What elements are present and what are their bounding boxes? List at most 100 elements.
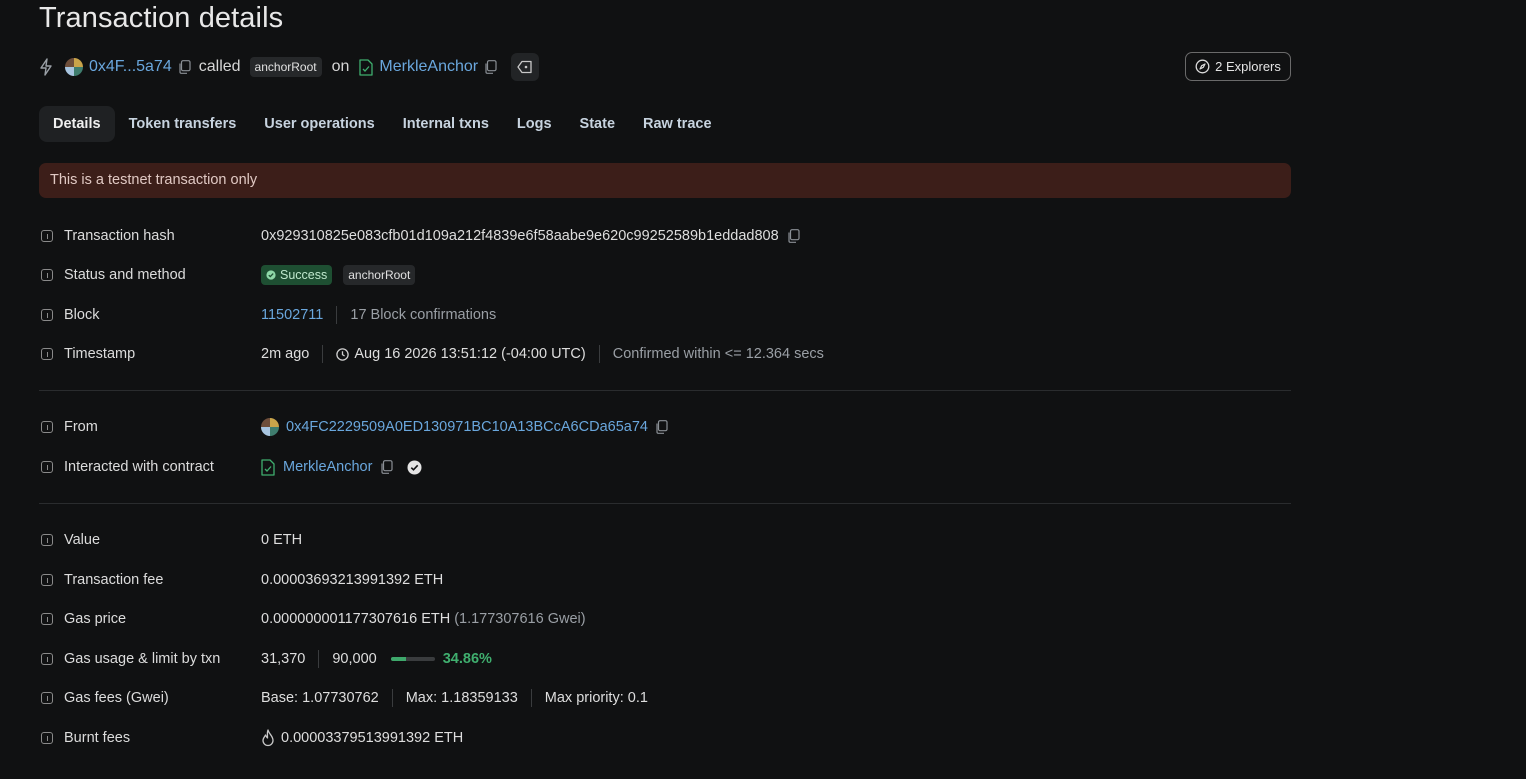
tab-raw-trace[interactable]: Raw trace	[629, 106, 726, 142]
label-timestamp: Timestamp	[64, 346, 136, 362]
gas-limit: 90,000	[332, 651, 377, 667]
gas-price-gwei: (1.177307616 Gwei)	[454, 611, 586, 627]
explorers-button[interactable]: 2 Explorers	[1185, 52, 1291, 81]
info-icon[interactable]	[41, 461, 53, 473]
burnt-amount: 0.00003379513991392	[281, 730, 431, 746]
label-interacted: Interacted with contract	[64, 459, 214, 475]
contract-file-icon	[261, 458, 275, 476]
copy-icon[interactable]	[380, 460, 394, 474]
gas-price-amount: 0.000000001177307616	[261, 611, 418, 627]
gas-fees-base: Base: 1.07730762	[261, 690, 379, 706]
flame-icon	[261, 729, 275, 747]
label-status-method: Status and method	[64, 267, 186, 283]
row-gas-price: Gas price 0.000000001177307616 ETH (1.17…	[39, 608, 586, 630]
tx-hash-value: 0x929310825e083cfb01d109a212f4839e6f58aa…	[261, 228, 779, 244]
row-transaction-hash: Transaction hash 0x929310825e083cfb01d10…	[39, 225, 800, 247]
block-confirmations: 17 Block confirmations	[350, 307, 497, 323]
from-address-link[interactable]: 0x4FC2229509A0ED130971BC10A13BCcA6CDa65a…	[286, 419, 648, 435]
method-tag: anchorRoot	[249, 57, 322, 77]
row-from: From 0x4FC2229509A0ED130971BC10A13BCcA6C…	[39, 416, 668, 438]
separator	[598, 345, 600, 363]
copy-icon[interactable]	[178, 60, 191, 74]
row-interacted-contract: Interacted with contract MerkleAnchor	[39, 456, 422, 478]
info-icon[interactable]	[41, 574, 53, 586]
info-icon[interactable]	[41, 230, 53, 242]
section-divider	[39, 503, 1291, 504]
separator	[391, 689, 393, 707]
tab-details[interactable]: Details	[39, 106, 115, 142]
info-icon[interactable]	[41, 421, 53, 433]
label-gas-fees: Gas fees (Gwei)	[64, 690, 169, 706]
tx-summary: 0x4F...5a74 called anchorRoot on MerkleA…	[39, 53, 540, 81]
tabs: Details Token transfers User operations …	[39, 106, 726, 142]
check-circle-icon	[266, 270, 276, 280]
label-from: From	[64, 419, 98, 435]
lightning-icon	[39, 58, 53, 76]
label-gas-price: Gas price	[64, 611, 127, 627]
status-text: Success	[280, 268, 328, 282]
value-unit: ETH	[273, 532, 303, 548]
label-transaction-fee: Transaction fee	[64, 572, 164, 588]
row-timestamp: Timestamp 2m ago Aug 16 2026 13:51:12 (-…	[39, 343, 824, 365]
gas-usage-progress	[390, 657, 435, 661]
called-text: called	[198, 58, 241, 75]
separator	[318, 650, 320, 668]
label-gas-usage: Gas usage & limit by txn	[64, 651, 221, 667]
info-icon[interactable]	[41, 309, 53, 321]
timestamp-relative: 2m ago	[261, 346, 310, 362]
explorers-label: 2 Explorers	[1215, 59, 1281, 74]
label-value: Value	[64, 532, 101, 548]
tab-token-transfers[interactable]: Token transfers	[115, 106, 251, 142]
contract-link[interactable]: MerkleAnchor	[283, 459, 372, 475]
from-address-short[interactable]: 0x4F...5a74	[89, 58, 172, 76]
on-text: on	[331, 58, 350, 75]
compass-icon	[1195, 59, 1210, 74]
info-icon[interactable]	[41, 613, 53, 625]
copy-icon[interactable]	[655, 420, 668, 434]
copy-icon[interactable]	[787, 229, 800, 243]
gas-usage-progress-fill	[390, 657, 407, 661]
separator	[322, 345, 324, 363]
row-block: Block 11502711 17 Block confirmations	[39, 304, 496, 326]
contract-link[interactable]: MerkleAnchor	[379, 58, 478, 76]
tab-internal-txns[interactable]: Internal txns	[389, 106, 503, 142]
info-icon[interactable]	[41, 653, 53, 665]
clock-icon	[336, 347, 350, 361]
info-icon[interactable]	[41, 692, 53, 704]
section-divider	[39, 390, 1291, 391]
row-value: Value 0 ETH	[39, 529, 302, 551]
tab-user-operations[interactable]: User operations	[250, 106, 388, 142]
gas-price-unit: ETH	[421, 611, 451, 627]
testnet-banner: This is a testnet transaction only	[39, 163, 1291, 198]
row-status-method: Status and method Success anchorRoot	[39, 264, 416, 286]
info-icon[interactable]	[41, 732, 53, 744]
tab-logs[interactable]: Logs	[503, 106, 566, 142]
timestamp-confirmed: Confirmed within <= 12.364 secs	[612, 346, 824, 362]
gas-usage-percent: 34.86%	[442, 651, 492, 667]
copy-icon[interactable]	[484, 60, 497, 74]
tag-icon[interactable]	[511, 53, 540, 81]
page-title: Transaction details	[39, 2, 284, 34]
label-transaction-hash: Transaction hash	[64, 228, 175, 244]
tx-fee-amount: 0.00003693213991392	[261, 572, 411, 588]
gas-fees-max-priority: Max priority: 0.1	[544, 690, 648, 706]
block-number-link[interactable]: 11502711	[261, 307, 323, 323]
label-block: Block	[64, 307, 100, 323]
row-gas-usage: Gas usage & limit by txn 31,370 90,000 3…	[39, 648, 492, 670]
row-burnt-fees: Burnt fees 0.00003379513991392 ETH	[39, 727, 463, 749]
gas-fees-max: Max: 1.18359133	[405, 690, 518, 706]
from-avatar	[261, 418, 279, 436]
verified-icon	[407, 460, 422, 475]
burnt-unit: ETH	[434, 730, 464, 746]
separator	[336, 306, 338, 324]
label-burnt-fees: Burnt fees	[64, 730, 131, 746]
timestamp-absolute: Aug 16 2026 13:51:12 (-04:00 UTC)	[354, 346, 586, 362]
tab-state[interactable]: State	[566, 106, 629, 142]
from-avatar	[65, 58, 83, 76]
info-icon[interactable]	[41, 348, 53, 360]
row-gas-fees: Gas fees (Gwei) Base: 1.07730762 Max: 1.…	[39, 687, 648, 709]
value-amount: 0	[261, 532, 270, 548]
info-icon[interactable]	[41, 269, 53, 281]
info-icon[interactable]	[41, 534, 53, 546]
separator	[530, 689, 532, 707]
